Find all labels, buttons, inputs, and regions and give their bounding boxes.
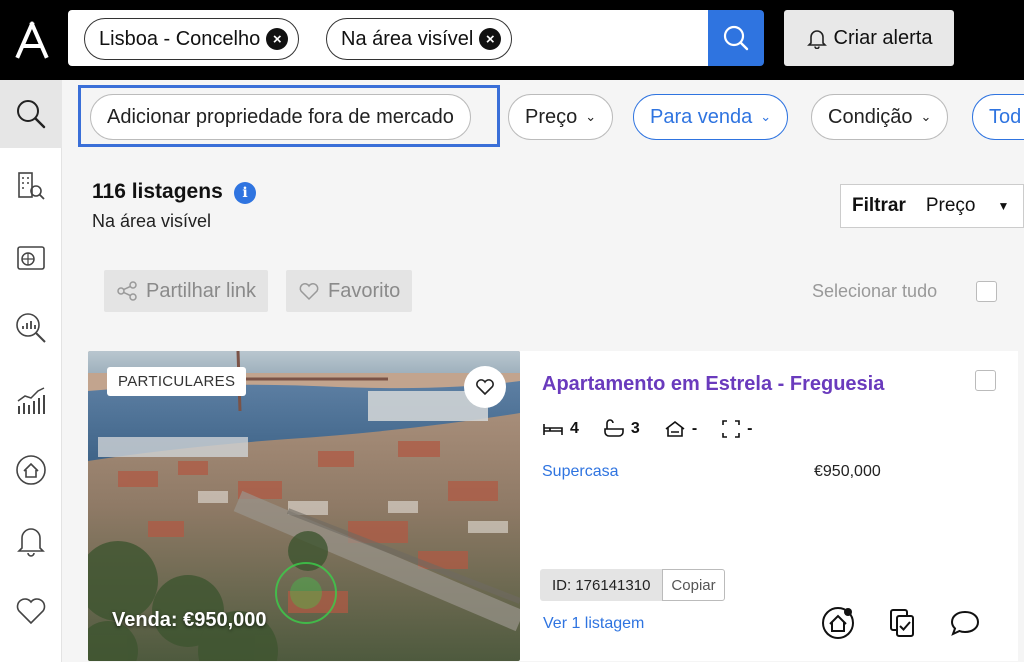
compare-checklist-icon xyxy=(890,609,914,637)
search-icon xyxy=(723,25,749,51)
listing-id-box: ID: 176141310 Copiar xyxy=(540,569,725,601)
sort-label: Filtrar xyxy=(852,195,906,216)
search-button[interactable] xyxy=(708,10,764,66)
for-sale-filter[interactable]: Para venda ⌄ xyxy=(633,94,789,140)
heart-icon xyxy=(476,379,494,396)
chevron-down-icon: ⌄ xyxy=(585,109,597,124)
area-value: - xyxy=(747,420,753,437)
sidebar-item-favorites[interactable] xyxy=(0,576,62,644)
caret-down-icon: ▼ xyxy=(997,199,1010,213)
heart-icon xyxy=(299,283,319,301)
bell-icon xyxy=(17,528,45,557)
heart-icon xyxy=(16,598,46,625)
condition-filter[interactable]: Condição ⌄ xyxy=(811,94,949,140)
listing-specs: 4 3 - - xyxy=(542,419,776,439)
remove-chip-icon[interactable]: × xyxy=(266,28,289,50)
chevron-down-icon: ⌄ xyxy=(920,109,932,124)
sidebar-item-trends[interactable] xyxy=(0,366,62,434)
location-chip[interactable]: Lisboa - Concelho × xyxy=(84,18,300,60)
favorite-button[interactable]: Favorito xyxy=(286,270,413,312)
listing-title[interactable]: Apartamento em Estrela - Freguesia xyxy=(542,373,884,396)
share-link-label: Partilhar link xyxy=(146,279,257,302)
select-all-label: Selecionar tudo xyxy=(812,281,938,301)
chat-bubble-icon xyxy=(950,610,980,636)
favorite-toggle[interactable] xyxy=(464,366,506,408)
remove-chip-icon[interactable]: × xyxy=(479,28,502,50)
home-circle-icon xyxy=(16,455,46,485)
left-sidebar xyxy=(0,80,62,662)
bedrooms-spec: 4 xyxy=(542,420,579,438)
listing-checkbox[interactable] xyxy=(975,370,996,391)
listing-photo[interactable]: PARTICULARES Venda: €950,000 xyxy=(88,351,520,661)
listing-id: ID: 176141310 xyxy=(540,569,663,601)
agency-link[interactable]: Supercasa xyxy=(542,463,619,481)
area-spec: - xyxy=(721,419,752,439)
info-icon[interactable]: i xyxy=(234,182,256,204)
visible-area-chip-label: Na área visível xyxy=(341,27,474,50)
seller-type-badge: PARTICULARES xyxy=(107,367,247,396)
bar-chart-icon xyxy=(17,387,45,414)
message-button[interactable] xyxy=(945,603,985,643)
bed-icon xyxy=(543,424,563,435)
sidebar-item-search[interactable] xyxy=(0,80,62,148)
listing-count: 116 listagens xyxy=(92,180,223,203)
listing-price: €950,000 xyxy=(814,463,881,480)
all-filters-button[interactable]: Tod xyxy=(972,94,1024,140)
sidebar-item-map[interactable] xyxy=(0,224,62,292)
favorite-label: Favorito xyxy=(328,279,401,302)
garage-icon xyxy=(665,420,685,437)
bedrooms-value: 4 xyxy=(570,420,579,437)
photo-price-label: Venda: €950,000 xyxy=(112,609,267,631)
visible-area-chip[interactable]: Na área visível × xyxy=(326,18,513,60)
share-link-button[interactable]: Partilhar link xyxy=(104,270,269,312)
bell-icon xyxy=(806,30,827,49)
bathrooms-value: 3 xyxy=(630,420,640,437)
condition-filter-label: Condição xyxy=(828,105,913,128)
price-filter-label: Preço xyxy=(525,105,578,128)
select-all-checkbox[interactable] xyxy=(976,281,997,302)
sidebar-item-buildings[interactable] xyxy=(0,152,62,220)
sidebar-item-alerts[interactable] xyxy=(0,506,62,574)
bathrooms-spec: 3 xyxy=(603,419,640,439)
app-logo-icon[interactable] xyxy=(12,20,52,60)
building-search-icon xyxy=(18,172,45,200)
search-box[interactable]: Lisboa - Concelho × Na área visível × xyxy=(68,10,708,66)
sort-dropdown[interactable]: Filtrar Preço ▼ xyxy=(840,184,1024,228)
all-filters-label: Tod xyxy=(989,105,1022,128)
sort-value: Preço xyxy=(925,195,976,216)
results-subtitle: Na área visível xyxy=(92,211,212,231)
parking-spec: - xyxy=(664,419,697,439)
copy-id-button[interactable]: Copiar xyxy=(662,569,725,601)
search-icon xyxy=(17,100,46,129)
price-filter[interactable]: Preço ⌄ xyxy=(508,94,614,140)
analytics-search-icon xyxy=(16,313,46,343)
focus-outline xyxy=(78,85,500,147)
home-circle-icon xyxy=(822,607,854,639)
sidebar-item-home-value[interactable] xyxy=(0,436,62,504)
bath-icon xyxy=(604,419,624,437)
create-alert-button[interactable]: Criar alerta xyxy=(784,10,954,66)
chevron-down-icon: ⌄ xyxy=(760,109,772,124)
top-bar: Lisboa - Concelho × Na área visível × Cr… xyxy=(0,0,1024,80)
compare-button[interactable] xyxy=(882,603,922,643)
parking-value: - xyxy=(691,420,698,437)
home-estimate-button[interactable] xyxy=(818,603,858,643)
listing-card[interactable]: PARTICULARES Venda: €950,000 Apartamento… xyxy=(88,351,1018,661)
location-chip-label: Lisboa - Concelho xyxy=(99,27,261,50)
create-alert-label: Criar alerta xyxy=(833,26,933,49)
sidebar-item-analytics[interactable] xyxy=(0,294,62,362)
view-listings-link[interactable]: Ver 1 listagem xyxy=(543,615,644,633)
for-sale-filter-label: Para venda xyxy=(650,105,753,128)
globe-map-icon xyxy=(17,246,45,270)
area-icon xyxy=(722,420,740,438)
share-icon xyxy=(117,281,137,301)
